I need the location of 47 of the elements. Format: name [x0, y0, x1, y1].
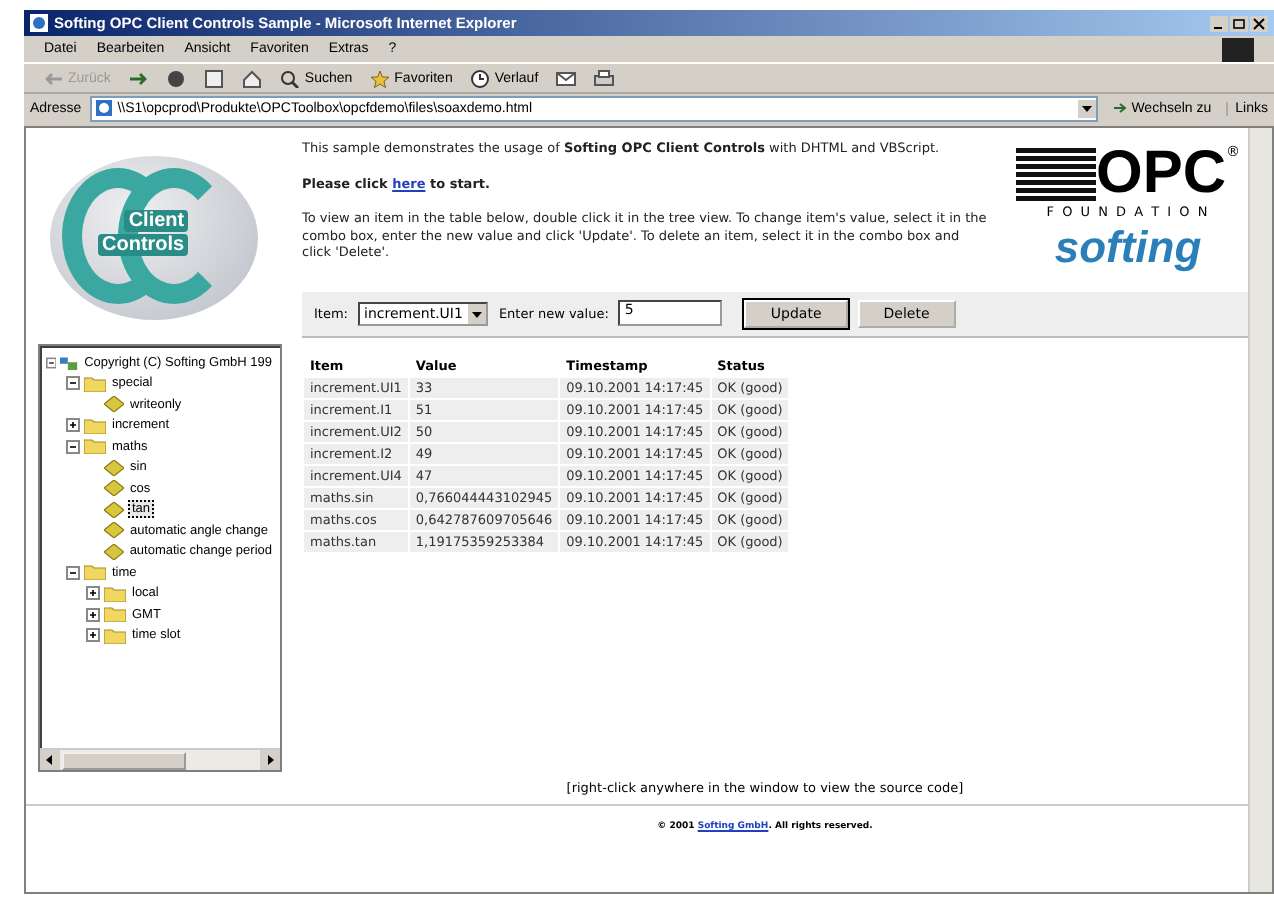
logo-text: Controls: [98, 234, 189, 256]
logo-text: Client: [124, 210, 189, 232]
mail-icon: [556, 69, 577, 87]
scroll-left-icon[interactable]: [40, 750, 60, 770]
expand-icon[interactable]: [66, 418, 80, 433]
close-icon[interactable]: [1250, 15, 1268, 31]
folder-icon: [84, 564, 106, 581]
home-icon: [242, 69, 263, 87]
folder-icon: [104, 606, 126, 623]
folder-icon: [84, 375, 106, 392]
minimize-icon[interactable]: [1210, 15, 1228, 31]
forward-arrow-icon: [128, 69, 149, 87]
collapse-icon[interactable]: [66, 565, 80, 580]
folder-icon: [104, 627, 126, 644]
toolbar-button[interactable]: [238, 69, 267, 87]
softing-logo: softing: [1054, 224, 1202, 272]
printer-icon: [594, 69, 615, 87]
toolbar-button[interactable]: [200, 69, 229, 87]
collapse-icon[interactable]: [66, 376, 80, 391]
expand-icon[interactable]: [86, 628, 100, 643]
browser-icon: [30, 14, 48, 32]
diamond-icon: [103, 543, 124, 560]
arrow-icon: [1111, 100, 1128, 116]
vertical-scrollbar[interactable]: [1248, 128, 1272, 892]
search-icon: [280, 69, 301, 87]
diamond-icon: [104, 396, 124, 413]
network-icon: [60, 353, 79, 372]
folder-icon: [84, 438, 106, 455]
folder-icon: [84, 417, 106, 434]
page-icon: [95, 100, 112, 116]
scrollbar-thumb[interactable]: [62, 751, 186, 769]
dropdown-arrow-icon[interactable]: [1077, 99, 1096, 117]
toolbar-button[interactable]: [590, 69, 619, 87]
back-arrow-icon: [44, 69, 64, 87]
expand-icon[interactable]: [86, 607, 100, 622]
horizontal-scrollbar[interactable]: [40, 748, 280, 770]
expand-icon[interactable]: [86, 586, 100, 601]
star-icon: [370, 69, 391, 87]
scroll-right-icon[interactable]: [260, 750, 280, 770]
folder-icon: [104, 585, 126, 602]
toolbar-button[interactable]: [552, 69, 581, 87]
collapse-icon[interactable]: [46, 355, 57, 370]
maximize-icon[interactable]: [1230, 15, 1248, 31]
stop-icon: [166, 69, 187, 87]
clock-icon: [470, 69, 491, 87]
stripes-drawing: [1015, 144, 1096, 204]
collapse-icon[interactable]: [66, 439, 80, 454]
